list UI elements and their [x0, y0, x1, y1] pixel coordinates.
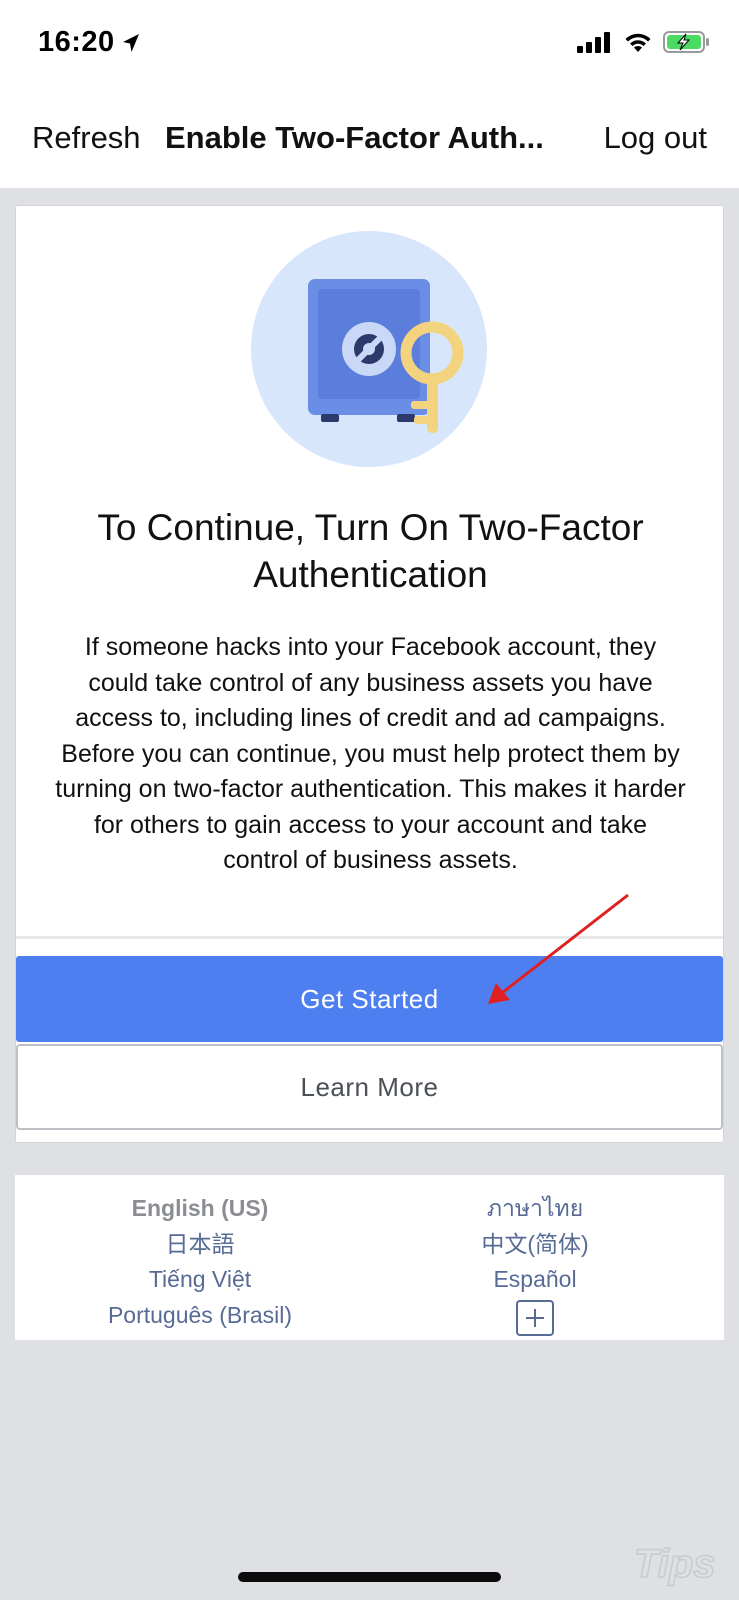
top-bar: 16:20 Refresh Enable Two-Factor Auth... … — [0, 0, 739, 188]
language-vietnamese[interactable]: Tiếng Việt — [30, 1262, 370, 1298]
language-column-left: English (US) 日本語 Tiếng Việt Português (B… — [30, 1191, 370, 1333]
language-english-us[interactable]: English (US) — [30, 1191, 370, 1227]
language-column-right: ภาษาไทย 中文(简体) Español — [365, 1191, 705, 1336]
card-description: If someone hacks into your Facebook acco… — [55, 633, 686, 874]
language-spanish[interactable]: Español — [365, 1262, 705, 1298]
annotation-arrow-icon — [488, 893, 629, 1004]
refresh-button[interactable]: Refresh — [32, 120, 141, 156]
svg-text:Tips: Tips — [634, 1542, 716, 1586]
status-time: 16:20 — [38, 26, 141, 59]
cellular-signal-icon — [577, 32, 610, 53]
navigation-bar: Refresh Enable Two-Factor Auth... Log ou… — [0, 110, 739, 170]
status-icons — [577, 30, 711, 54]
plus-icon[interactable] — [516, 1299, 554, 1336]
navigation-arrow-icon — [122, 33, 139, 52]
language-selector: English (US) 日本語 Tiếng Việt Português (B… — [15, 1175, 724, 1340]
card-heading: To Continue, Turn On Two-Factor Authenti… — [97, 507, 644, 595]
log-out-button[interactable]: Log out — [604, 120, 707, 156]
language-thai[interactable]: ภาษาไทย — [365, 1191, 705, 1227]
tips-watermark-logo: Tips — [633, 1541, 716, 1587]
wifi-icon — [625, 33, 651, 52]
language-japanese[interactable]: 日本語 — [30, 1227, 370, 1263]
status-time-text: 16:20 — [38, 26, 115, 58]
language-chinese-simplified[interactable]: 中文(简体) — [365, 1227, 705, 1263]
safe-with-key-icon — [251, 231, 487, 467]
language-portuguese-brazil[interactable]: Português (Brasil) — [30, 1298, 370, 1334]
home-indicator[interactable] — [238, 1572, 501, 1582]
learn-more-button[interactable]: Learn More — [16, 1044, 723, 1130]
battery-charging-icon — [663, 31, 709, 53]
page-title: Enable Two-Factor Auth... — [165, 120, 544, 155]
more-languages-button[interactable] — [365, 1298, 705, 1336]
